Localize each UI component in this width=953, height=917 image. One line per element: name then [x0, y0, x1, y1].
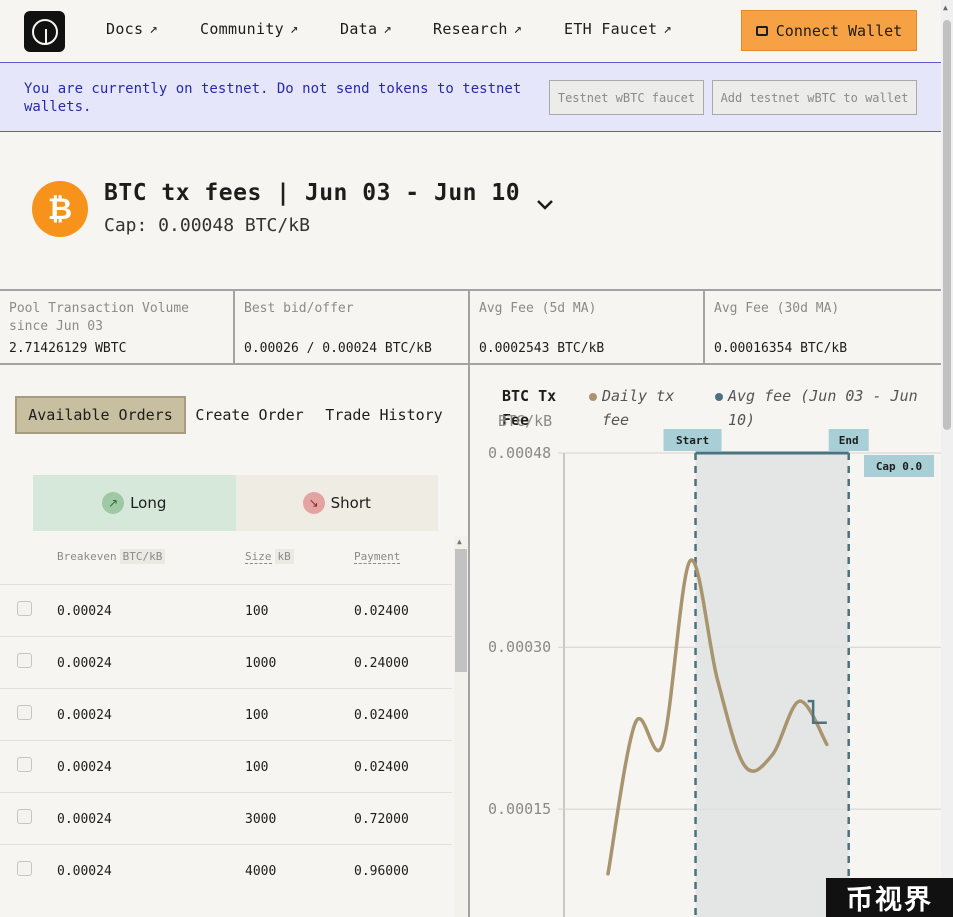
external-link-icon: ↗	[383, 21, 393, 37]
table-row[interactable]: 0.00024 100 0.02400	[0, 688, 452, 740]
table-row[interactable]: 0.00024 4000 0.96000	[0, 844, 452, 896]
table-row[interactable]: 0.00024 1000 0.24000	[0, 636, 452, 688]
testnet-faucet-button[interactable]: Testnet wBTC faucet	[549, 80, 704, 115]
y-tick-label: 0.00030	[488, 638, 551, 656]
orders-scrollbar-thumb[interactable]	[455, 549, 467, 672]
size-cell: 100	[245, 708, 269, 723]
payment-cell: 0.02400	[354, 604, 409, 619]
breakeven-cell: 0.00024	[57, 656, 112, 671]
external-link-icon: ↗	[289, 21, 299, 37]
breakeven-cell: 0.00024	[57, 864, 112, 879]
market-title: BTC tx fees | Jun 03 - Jun 10	[104, 180, 521, 206]
payment-cell: 0.72000	[354, 812, 409, 827]
stats-bar: Pool Transaction Volume since Jun 03 2.71…	[0, 289, 941, 365]
payment-cell: 0.96000	[354, 864, 409, 879]
logo-mark-icon	[31, 18, 58, 45]
watermark: 币视界	[826, 878, 953, 917]
breakeven-cell: 0.00024	[57, 708, 112, 723]
nav-link-eth-faucet[interactable]: ETH Faucet ↗	[564, 20, 672, 38]
breakeven-cell: 0.00024	[57, 604, 112, 619]
end-tag: End	[839, 434, 859, 447]
row-checkbox[interactable]	[17, 601, 32, 616]
y-tick-label: 0.00048	[488, 444, 551, 462]
row-checkbox[interactable]	[17, 809, 32, 824]
connect-wallet-button[interactable]: Connect Wallet	[741, 10, 917, 51]
app-logo[interactable]	[24, 11, 65, 52]
size-cell: 3000	[245, 812, 277, 827]
table-row[interactable]: 0.00024 3000 0.72000	[0, 792, 452, 844]
breakeven-cell: 0.00024	[57, 812, 112, 827]
stat-best-bid-offer: Best bid/offer 0.00026 / 0.00024 BTC/kB	[235, 291, 470, 363]
testnet-warning-text: You are currently on testnet. Do not sen…	[24, 81, 522, 115]
testnet-banner: You are currently on testnet. Do not sen…	[0, 62, 941, 132]
nav-links: Docs ↗ Community ↗ Data ↗ Research ↗ ETH Fau…	[106, 20, 672, 38]
stat-avg-fee-30d: Avg Fee (30d MA) 0.00016354 BTC/kB	[714, 301, 848, 356]
trend-up-icon: ↗	[102, 492, 125, 514]
nav-link-data[interactable]: Data ↗	[340, 20, 433, 38]
trend-down-icon: ↘	[302, 492, 325, 514]
size-cell: 100	[245, 760, 269, 775]
row-checkbox[interactable]	[17, 861, 32, 876]
y-tick-label: 0.00015	[488, 800, 551, 818]
orders-panel: Available Orders Create Order Trade Hist…	[0, 365, 470, 917]
row-checkbox[interactable]	[17, 705, 32, 720]
size-cell: 100	[245, 604, 269, 619]
external-link-icon: ↗	[513, 21, 523, 37]
breakeven-cell: 0.00024	[57, 760, 112, 775]
cap-tag: Cap 0.0	[876, 460, 922, 473]
external-link-icon: ↗	[663, 21, 673, 37]
top-nav: Docs ↗ Community ↗ Data ↗ Research ↗ ETH Fau…	[0, 0, 941, 62]
payment-cell: 0.02400	[354, 708, 409, 723]
tab-available-orders[interactable]: Available Orders	[15, 396, 186, 434]
bitcoin-icon: ₿	[32, 181, 88, 237]
payment-cell: 0.02400	[354, 760, 409, 775]
stat-pool-volume: Pool Transaction Volume since Jun 03 2.71…	[0, 291, 235, 363]
nav-link-research[interactable]: Research ↗	[433, 20, 564, 38]
fee-chart: BTC Tx Fee BTC/kB Daily tx fee Avg fee (…	[472, 367, 941, 917]
external-link-icon: ↗	[149, 21, 159, 37]
column-header-payment[interactable]: Payment	[354, 550, 401, 564]
column-header-size[interactable]: Size kB	[245, 549, 294, 564]
chevron-down-icon[interactable]	[534, 194, 556, 216]
row-checkbox[interactable]	[17, 653, 32, 668]
wallet-icon	[755, 25, 768, 36]
long-short-toggle: ↗ Long ↘ Short	[33, 475, 438, 531]
start-tag: Start	[676, 434, 709, 447]
add-wbtc-to-wallet-button[interactable]: Add testnet wBTC to wallet	[712, 80, 917, 115]
column-header-breakeven[interactable]: Breakeven BTC/kB	[57, 549, 166, 564]
scroll-up-arrow-icon[interactable]: ▲	[457, 537, 462, 546]
market-cap: Cap: 0.00048 BTC/kB	[104, 215, 310, 236]
chart-svg: 0.00048 0.00030 0.00015 Start End Cap 0.0	[488, 429, 941, 917]
table-row[interactable]: 0.00024 100 0.02400	[0, 740, 452, 792]
payment-cell: 0.24000	[354, 656, 409, 671]
table-row[interactable]: 0.00024 100 0.02400	[0, 584, 452, 636]
tab-trade-history[interactable]: Trade History	[320, 396, 448, 434]
window-scrollbar-thumb[interactable]	[943, 20, 951, 430]
window-scroll-up-icon[interactable]: ▲	[943, 3, 948, 12]
row-checkbox[interactable]	[17, 757, 32, 772]
stat-avg-fee-5d: Avg Fee (5d MA) 0.0002543 BTC/kB	[470, 291, 705, 363]
size-cell: 4000	[245, 864, 277, 879]
short-button[interactable]: ↘ Short	[235, 475, 438, 531]
nav-link-docs[interactable]: Docs ↗	[106, 20, 200, 38]
long-button[interactable]: ↗ Long	[33, 475, 236, 531]
tab-create-order[interactable]: Create Order	[190, 396, 309, 434]
size-cell: 1000	[245, 656, 277, 671]
nav-link-community[interactable]: Community ↗	[200, 20, 340, 38]
